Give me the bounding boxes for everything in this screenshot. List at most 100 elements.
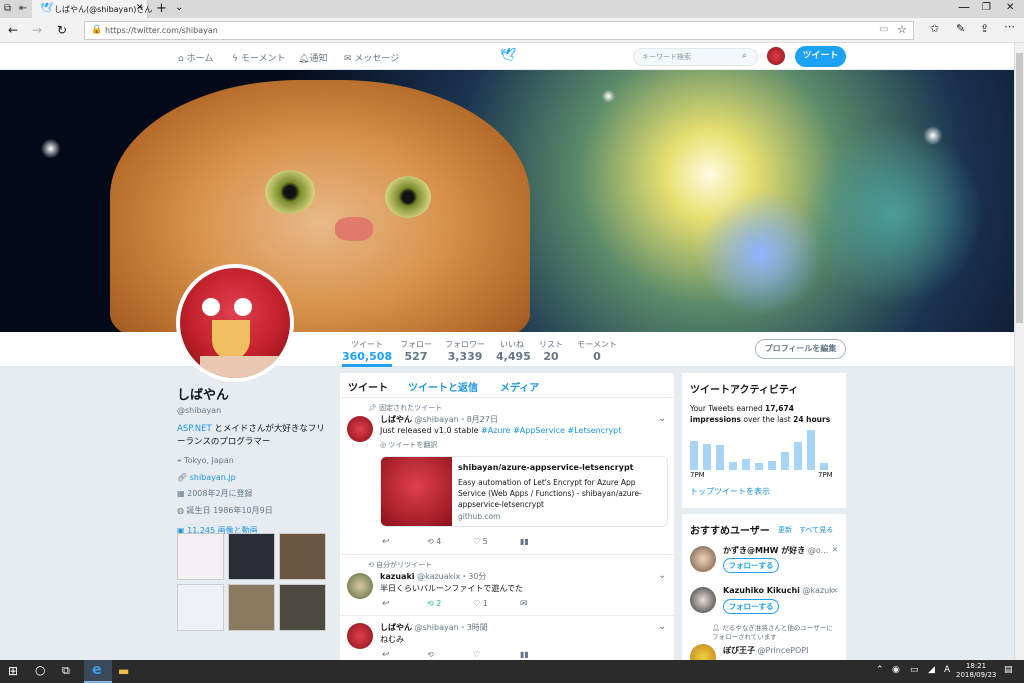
tweet-avatar[interactable] [347,573,373,599]
close-window-icon[interactable]: ✕ [1006,2,1014,13]
profile-avatar[interactable] [176,264,294,382]
tweet-avatar[interactable] [347,416,373,442]
windows-start-icon[interactable]: ⊞ [8,664,18,678]
media-thumbnail[interactable] [177,584,224,631]
action-center-icon[interactable]: ▤ [1004,665,1013,675]
edit-profile-button[interactable]: プロフィールを編集 [755,339,846,359]
file-explorer-icon[interactable]: ▬ [118,664,129,678]
tweet[interactable]: しばやん @shibayan・3時間 ⌄ ねむみ ↩ ⟲ ♡ ▮▮ [340,617,674,660]
website-link[interactable]: shibayan.jp [190,473,236,482]
page-scrollbar[interactable] [1014,43,1024,660]
refresh-icon[interactable]: ↻ [57,23,67,37]
analytics-icon[interactable]: ▮▮ [520,537,529,546]
nav-home[interactable]: ⌂ ホーム [178,51,213,64]
tab-close-icon[interactable]: ✕ [136,3,144,13]
stat-lists[interactable]: リスト 20 [538,332,564,363]
tweet-time[interactable]: ・30分 [460,572,486,581]
tweet[interactable]: ⟲ 自分がリツイート kazuaki @kazuakix・30分 ⌄ 半日くらい… [340,556,674,616]
translate-link[interactable]: ◎ ツイートを翻訳 [380,440,437,450]
minimize-icon[interactable]: — [958,0,970,14]
tweet-handle[interactable]: @shibayan [415,623,459,632]
tweet-author[interactable]: しばやん [380,623,412,632]
tab-media[interactable]: メディア [500,379,539,394]
reply-icon[interactable]: ↩ [382,650,390,660]
follow-button[interactable]: フォローする [723,599,779,614]
tweet[interactable]: 📌︎ 固定されたツイート しばやん @shibayan・8月27日 ⌄ Just… [340,399,674,555]
dismiss-icon[interactable]: ✕ [832,587,838,595]
more-icon[interactable]: ⋯ [1004,20,1015,33]
cortana-search-icon[interactable]: ○ [35,663,45,677]
bio-link[interactable]: ASP.NET [177,424,212,434]
follow-button[interactable]: フォローする [723,558,779,573]
avatar-menu[interactable] [767,47,785,65]
suggest-avatar[interactable] [690,587,716,613]
media-thumbnail[interactable] [228,584,275,631]
tweet-menu-chevron-icon[interactable]: ⌄ [658,621,666,632]
suggest-view-all[interactable]: すべて見る [799,525,833,535]
media-thumbnail[interactable] [177,533,224,580]
restore-icon[interactable]: ❐ [982,2,991,13]
stat-moments[interactable]: モーメント 0 [576,332,618,363]
tweet-avatar[interactable] [347,623,373,649]
tab-list-chevron-icon[interactable]: ⌄ [175,2,183,13]
retweet-icon[interactable]: ⟲ [427,650,434,659]
tweet-author[interactable]: kazuaki [380,572,415,581]
tab-tweets[interactable]: ツイート [348,379,388,394]
tweet-time[interactable]: ・8月27日 [459,415,498,424]
search-icon[interactable]: ⌕ [742,51,747,61]
retweet-action[interactable]: ⟲ 2 [427,599,441,608]
tray-app-icon[interactable]: ◉ [892,665,900,675]
media-thumbnail[interactable] [279,584,326,631]
favorites-icon[interactable]: ✩ [930,22,939,35]
clock[interactable]: 18:21 2018/09/23 [956,662,996,680]
nav-messages[interactable]: ✉ メッセージ [344,51,399,64]
network-icon[interactable]: ◢ [928,665,935,675]
favorite-star-icon[interactable]: ☆ [897,23,907,36]
suggest-user[interactable]: Kazuhiko Kikuchi @kazuk [723,586,833,595]
new-tab-icon[interactable]: + [156,1,167,16]
tweet-handle[interactable]: @shibayan [415,415,459,424]
tabs-aside-icon[interactable]: ⧉ [4,3,11,14]
tweet-author[interactable]: しばやん [380,415,412,424]
share-icon[interactable]: ⇪ [980,22,989,35]
like-action[interactable]: ♡ 1 [473,599,488,608]
nav-notifications[interactable]: 🔔︎通知 [298,51,327,64]
tweet-hashtags[interactable]: #Azure #AppService #Letsencrypt [481,426,621,435]
tab-tweets-replies[interactable]: ツイートと返信 [408,379,478,394]
suggest-user[interactable]: ぼび王子 @PrincePOPI [723,645,808,656]
media-thumbnail[interactable] [228,533,275,580]
link-card[interactable]: shibayan/azure-appservice-letsencrypt Ea… [380,456,668,527]
profile-handle[interactable]: @shibayan [177,406,332,415]
tweet-handle[interactable]: @kazuakix [417,572,460,581]
suggest-avatar[interactable] [690,644,716,660]
address-bar[interactable]: 🔒 https://twitter.com/shibayan ▭ ☆ [84,21,914,40]
reply-icon[interactable]: ↩ [382,537,390,547]
ime-indicator[interactable]: A [944,665,950,675]
dismiss-icon[interactable]: ✕ [832,546,838,554]
dm-envelope-icon[interactable]: ✉ [520,599,528,609]
tweet-menu-chevron-icon[interactable]: ⌄ [658,413,666,424]
activity-bar-chart[interactable] [690,430,832,470]
suggest-avatar[interactable] [690,546,716,572]
suggest-user[interactable]: かずき@MHW が好き @o... [723,545,833,556]
browser-tab[interactable]: 🕊 しばやん(@shibayan)さん ✕ [32,0,152,18]
twitter-bird-icon[interactable]: 🕊︎ [500,48,517,63]
forward-icon[interactable]: → [32,23,42,37]
reply-icon[interactable]: ↩ [382,599,390,609]
analytics-icon[interactable]: ▮▮ [520,650,529,659]
stat-tweets[interactable]: ツイート 360,508 [342,332,392,367]
profile-name[interactable]: しばやん [177,384,332,403]
stat-likes[interactable]: いいね 4,495 [496,332,531,363]
nav-moments[interactable]: ϟ モーメント [232,51,285,64]
back-icon[interactable]: ← [8,23,18,37]
scrollbar-thumb[interactable] [1016,53,1023,323]
like-action[interactable]: ♡ 5 [473,537,488,546]
task-view-icon[interactable]: ⧉ [62,664,70,678]
profile-banner[interactable] [0,70,1014,332]
tweet-time[interactable]: ・3時間 [459,623,488,632]
top-tweets-link[interactable]: トップツイートを表示 [690,486,770,497]
notes-icon[interactable]: ✎ [956,22,965,35]
tray-chevron-icon[interactable]: ⌃ [876,665,884,675]
reading-view-icon[interactable]: ▭ [879,24,888,35]
stat-followers[interactable]: フォロワー 3,339 [444,332,486,363]
